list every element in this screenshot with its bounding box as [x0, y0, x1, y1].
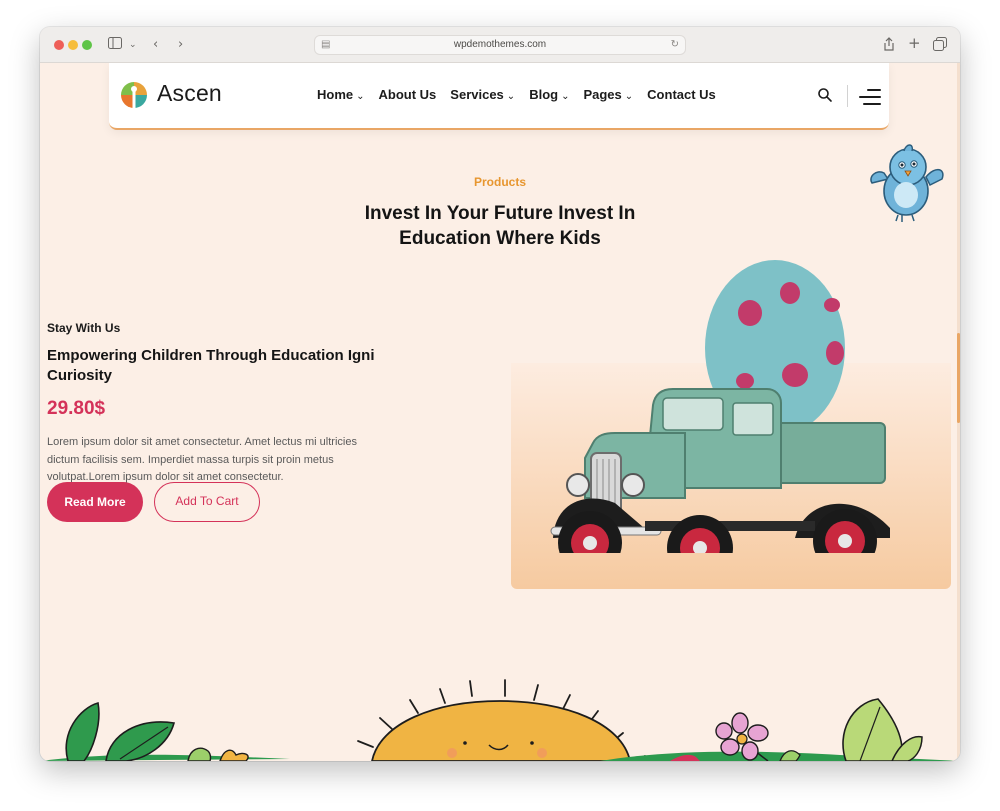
browser-window: ⌄ ‹ › ▤ wpdemothemes.com ↻ + Ascen Home … [40, 27, 960, 761]
page-icon: ▤ [321, 39, 331, 50]
hamburger-icon[interactable] [859, 87, 881, 107]
section-title-line-1: Invest In Your Future Invest In [364, 203, 636, 224]
nav-item-blog[interactable]: Blog ⌄ [529, 87, 569, 102]
nav-item-contact-us[interactable]: Contact Us [647, 87, 716, 102]
add-to-cart-button[interactable]: Add To Cart [154, 482, 260, 522]
nav-item-home[interactable]: Home ⌄ [317, 87, 365, 102]
chevron-down-icon: ⌄ [624, 91, 634, 102]
product-title[interactable]: Empowering Children Through Education Ig… [47, 346, 387, 386]
search-icon[interactable] [817, 87, 833, 103]
new-tab-icon[interactable]: + [908, 35, 921, 51]
nav-item-label: Blog [529, 87, 559, 102]
nav-item-pages[interactable]: Pages ⌄ [583, 87, 633, 102]
nav-item-label: Contact Us [647, 87, 716, 102]
section-title: Invest In Your Future Invest In Educatio… [300, 201, 700, 251]
site-header: Ascen Home ⌄ About Us Services ⌄ Blog ⌄ Pag… [109, 63, 889, 130]
nav-item-label: Home [317, 87, 354, 102]
back-icon[interactable]: ‹ [153, 37, 158, 53]
toy-truck-image [550, 260, 890, 553]
chevron-down-icon[interactable]: ⌄ [129, 37, 137, 53]
chevron-down-icon: ⌄ [561, 91, 570, 102]
logo-icon[interactable] [119, 80, 149, 110]
nav-item-services[interactable]: Services ⌄ [450, 87, 515, 102]
product-price: 29.80$ [47, 398, 106, 419]
nav-item-about-us[interactable]: About Us [379, 87, 437, 102]
address-text: wpdemothemes.com [453, 39, 547, 50]
nav-item-label: Services [450, 87, 504, 102]
nav-item-label: Pages [583, 87, 622, 102]
chevron-down-icon: ⌄ [356, 91, 365, 102]
main-navigation: Home ⌄ About Us Services ⌄ Blog ⌄ Pages ⌄ Co… [317, 87, 730, 102]
scrollbar[interactable] [957, 63, 960, 761]
logo-text[interactable]: Ascen [157, 80, 222, 107]
browser-toolbar: ⌄ ‹ › ▤ wpdemothemes.com ↻ + [40, 27, 960, 63]
section-title-line-2: Education Where Kids [399, 228, 601, 249]
read-more-button[interactable]: Read More [47, 482, 143, 522]
product-eyebrow: Stay With Us [47, 321, 121, 335]
chevron-down-icon: ⌄ [506, 91, 516, 102]
decorative-footer-illustration [40, 679, 960, 761]
tabs-overview-icon[interactable] [933, 37, 947, 56]
scrollbar-thumb[interactable] [957, 333, 960, 423]
section-tag: Products [473, 175, 526, 189]
sidebar-toggle-icon[interactable] [108, 37, 122, 54]
maximize-window-button[interactable] [82, 40, 92, 50]
close-window-button[interactable] [54, 40, 64, 50]
reload-icon[interactable]: ↻ [671, 36, 679, 54]
share-icon[interactable] [883, 37, 895, 56]
nav-item-label: About Us [378, 87, 437, 102]
web-page: Ascen Home ⌄ About Us Services ⌄ Blog ⌄ Pag… [40, 63, 960, 761]
forward-icon[interactable]: › [178, 37, 183, 53]
address-bar[interactable]: ▤ wpdemothemes.com ↻ [314, 35, 686, 55]
minimize-window-button[interactable] [68, 40, 78, 50]
header-divider [847, 85, 848, 107]
product-description: Lorem ipsum dolor sit amet consectetur. … [47, 436, 357, 483]
